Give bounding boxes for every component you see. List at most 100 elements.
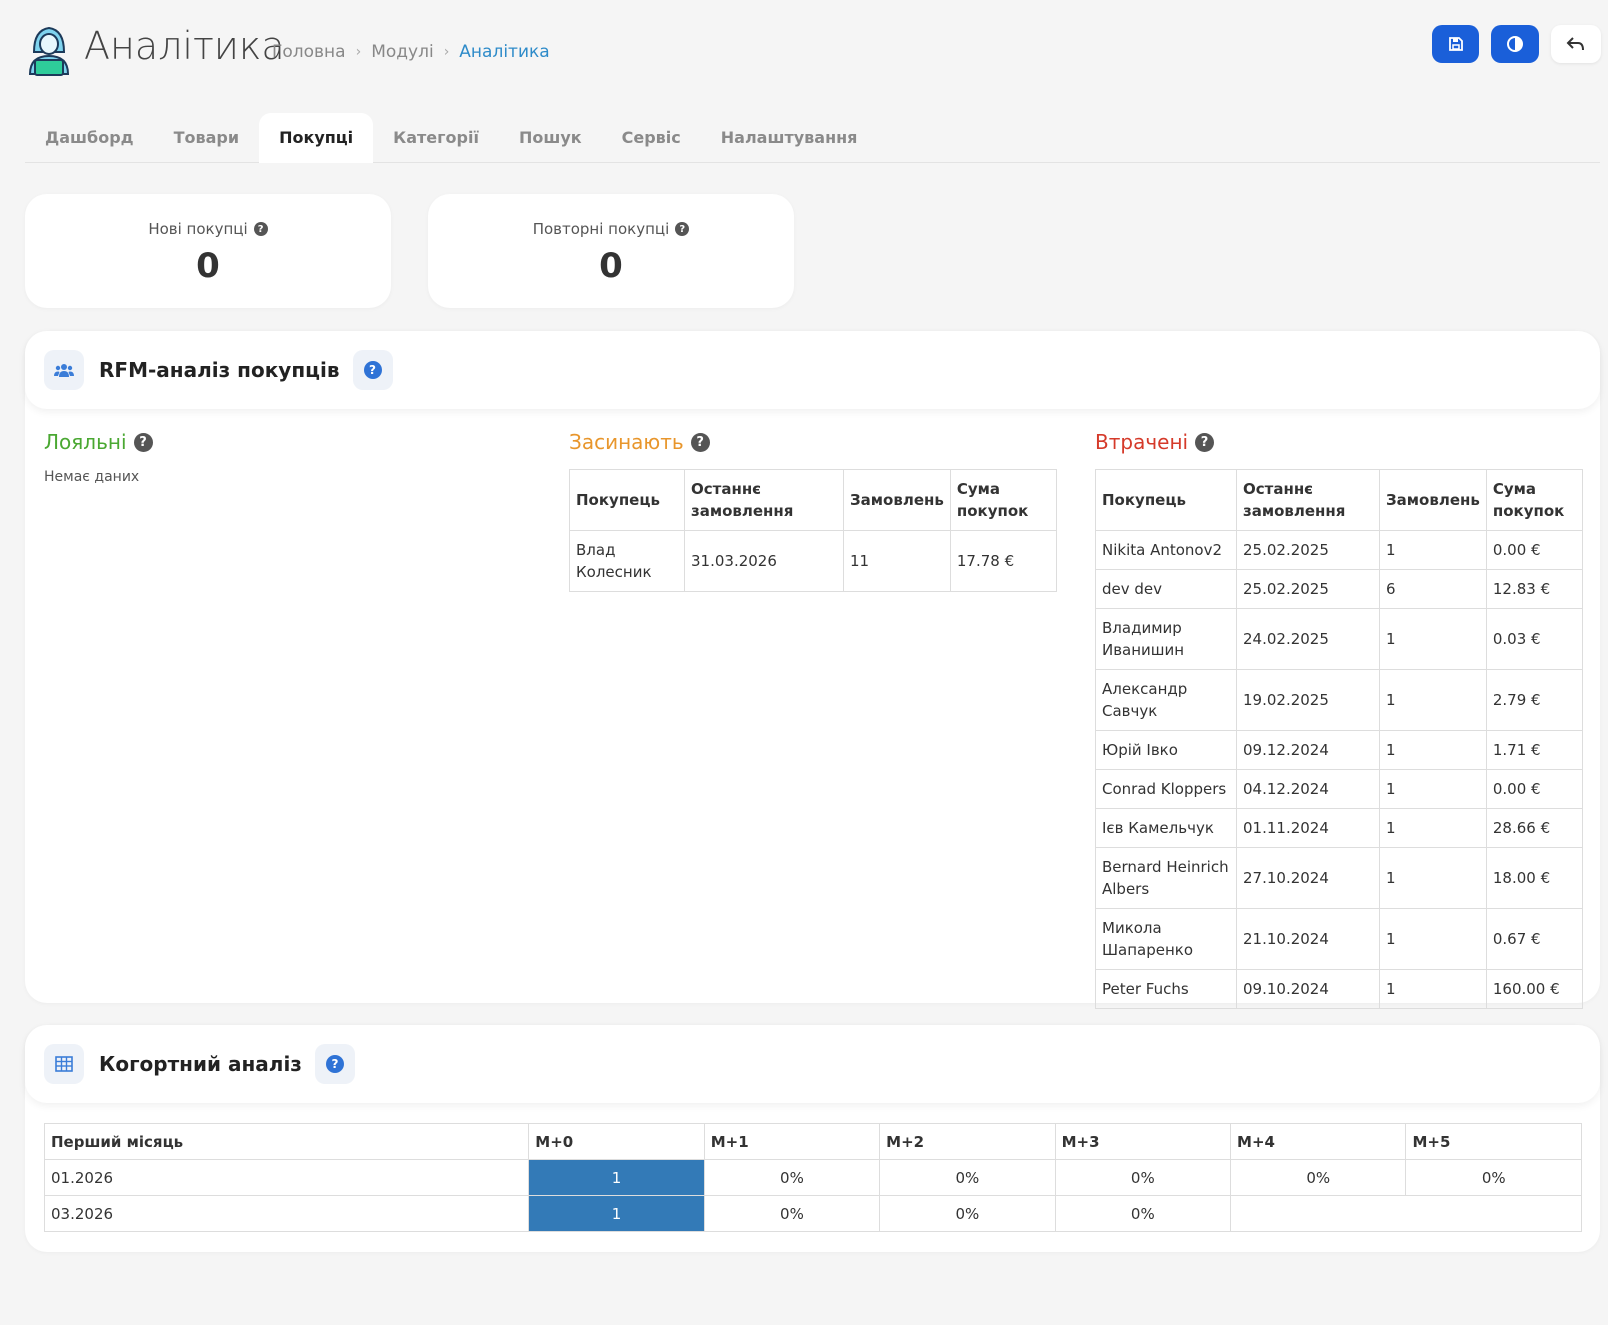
save-button[interactable] bbox=[1432, 25, 1479, 63]
rfm-help-button[interactable]: ? bbox=[352, 350, 393, 390]
users-icon bbox=[44, 350, 84, 390]
last-order-date: 25.02.2025 bbox=[1236, 569, 1380, 609]
cohort-panel: Когортний аналіз ? Перший місяць M+0 M+1 M+… bbox=[25, 1025, 1600, 1252]
customer-name: dev dev bbox=[1095, 569, 1237, 609]
order-count: 1 bbox=[1379, 530, 1487, 570]
undo-icon bbox=[1566, 37, 1584, 51]
last-order-date: 09.10.2024 bbox=[1236, 969, 1380, 1009]
cohort-cell: 0% bbox=[879, 1159, 1056, 1196]
tab-categories[interactable]: Категорії bbox=[373, 113, 499, 163]
last-order-date: 01.11.2024 bbox=[1236, 808, 1380, 848]
cohort-cell: 0% bbox=[1230, 1159, 1407, 1196]
sleeping-segment: Засинають? Покупець Останнє замовлення З… bbox=[569, 427, 1058, 592]
order-count: 11 bbox=[843, 530, 951, 592]
customer-name: Микола Шапаренко bbox=[1095, 908, 1237, 970]
help-icon[interactable]: ? bbox=[675, 222, 690, 236]
table-row: dev dev 25.02.2025 6 12.83 € bbox=[1095, 569, 1584, 609]
column-header: Останнє замовлення bbox=[1236, 469, 1380, 531]
rfm-panel-header: RFM-аналіз покупців ? bbox=[25, 331, 1600, 409]
purchase-total: 0.67 € bbox=[1485, 908, 1584, 970]
customer-name: Александр Савчук bbox=[1095, 669, 1237, 731]
order-count: 1 bbox=[1379, 847, 1487, 909]
breadcrumb: Головна › Модулі › Аналітика bbox=[272, 42, 550, 62]
new-customers-card: Нові покупці? 0 bbox=[25, 194, 391, 308]
purchase-total: 28.66 € bbox=[1485, 808, 1584, 848]
column-header: Сума покупок bbox=[1485, 469, 1584, 531]
customer-name: Conrad Kloppers bbox=[1095, 769, 1237, 809]
purchase-total: 0.03 € bbox=[1485, 608, 1584, 670]
stat-value: 0 bbox=[599, 246, 623, 286]
table-row: Александр Савчук 19.02.2025 1 2.79 € bbox=[1095, 669, 1584, 731]
stat-label: Повторні покупці bbox=[532, 220, 670, 238]
tab-customers[interactable]: Покупці bbox=[259, 113, 374, 163]
customer-name: Владимир Иванишин bbox=[1095, 608, 1237, 670]
column-header: M+5 bbox=[1405, 1123, 1582, 1160]
customer-name: Ієв Камельчук bbox=[1095, 808, 1237, 848]
sleeping-title: Засинають bbox=[569, 430, 684, 454]
theme-toggle-button[interactable] bbox=[1491, 25, 1539, 63]
last-order-date: 24.02.2025 bbox=[1236, 608, 1380, 670]
order-count: 1 bbox=[1379, 669, 1487, 731]
customer-name: Влад Колесник bbox=[569, 530, 685, 592]
help-icon[interactable]: ? bbox=[253, 222, 268, 236]
column-header: M+4 bbox=[1230, 1123, 1407, 1160]
table-row: Nikita Antonov2 25.02.2025 1 0.00 € bbox=[1095, 530, 1584, 570]
table-row: Ієв Камельчук 01.11.2024 1 28.66 € bbox=[1095, 808, 1584, 848]
table-row: Владимир Иванишин 24.02.2025 1 0.03 € bbox=[1095, 608, 1584, 670]
order-count: 6 bbox=[1379, 569, 1487, 609]
lost-segment: Втрачені? Покупець Останнє замовлення За… bbox=[1095, 427, 1584, 1009]
help-icon[interactable]: ? bbox=[690, 432, 710, 452]
rfm-panel: RFM-аналіз покупців ? Лояльні? Немає дан… bbox=[25, 331, 1600, 1009]
cohort-cell: 0% bbox=[703, 1159, 881, 1196]
help-icon: ? bbox=[363, 361, 382, 379]
lost-title: Втрачені bbox=[1095, 430, 1189, 454]
tab-settings[interactable]: Налаштування bbox=[701, 113, 878, 163]
cohort-cell: 0% bbox=[703, 1195, 881, 1232]
tab-bar: Дашборд Товари Покупці Категорії Пошук С… bbox=[25, 113, 1600, 163]
rfm-title: RFM-аналіз покупців bbox=[99, 358, 340, 382]
breadcrumb-modules[interactable]: Модулі bbox=[371, 42, 433, 62]
order-count: 1 bbox=[1379, 730, 1487, 770]
column-header: Замовлень bbox=[843, 469, 951, 531]
column-header: Останнє замовлення bbox=[684, 469, 844, 531]
back-button[interactable] bbox=[1551, 25, 1601, 63]
column-header: Сума покупок bbox=[949, 469, 1058, 531]
cohort-month: 01.2026 bbox=[43, 1159, 530, 1196]
breadcrumb-analytics[interactable]: Аналітика bbox=[459, 42, 549, 62]
column-header: Покупець bbox=[569, 469, 685, 531]
cohort-cell: 0% bbox=[1054, 1159, 1232, 1196]
save-icon bbox=[1448, 37, 1463, 51]
tab-search[interactable]: Пошук bbox=[499, 113, 602, 163]
cohort-cell: 0% bbox=[1405, 1159, 1582, 1196]
hacker-logo-icon bbox=[26, 22, 72, 76]
cohort-help-button[interactable]: ? bbox=[314, 1044, 355, 1084]
empty-cell bbox=[1230, 1195, 1582, 1232]
tab-service[interactable]: Сервіс bbox=[602, 113, 701, 163]
order-count: 1 bbox=[1379, 969, 1487, 1009]
table-row: 01.2026 1 0% 0% 0% 0% 0% bbox=[43, 1159, 1582, 1196]
cohort-panel-header: Когортний аналіз ? bbox=[25, 1025, 1600, 1103]
table-row: Влад Колесник 31.03.2026 11 17.78 € bbox=[569, 530, 1058, 592]
tab-dashboard[interactable]: Дашборд bbox=[25, 113, 154, 163]
page-title: Аналітика bbox=[84, 24, 285, 68]
column-header: Перший місяць bbox=[43, 1123, 530, 1160]
purchase-total: 1.71 € bbox=[1485, 730, 1584, 770]
table-icon bbox=[44, 1044, 84, 1084]
no-data-text: Немає даних bbox=[44, 469, 140, 485]
breadcrumb-home[interactable]: Головна bbox=[272, 42, 346, 62]
order-count: 1 bbox=[1379, 808, 1487, 848]
cohort-cell: 0% bbox=[1054, 1195, 1232, 1232]
breadcrumb-separator-icon: › bbox=[443, 44, 450, 60]
order-count: 1 bbox=[1379, 908, 1487, 970]
column-header: M+1 bbox=[703, 1123, 881, 1160]
column-header: M+2 bbox=[879, 1123, 1056, 1160]
help-icon: ? bbox=[325, 1055, 344, 1073]
repeat-customers-card: Повторні покупці? 0 bbox=[428, 194, 794, 308]
last-order-date: 04.12.2024 bbox=[1236, 769, 1380, 809]
purchase-total: 0.00 € bbox=[1485, 769, 1584, 809]
help-icon[interactable]: ? bbox=[133, 432, 153, 452]
last-order-date: 09.12.2024 bbox=[1236, 730, 1380, 770]
tab-products[interactable]: Товари bbox=[154, 113, 260, 163]
last-order-date: 19.02.2025 bbox=[1236, 669, 1380, 731]
help-icon[interactable]: ? bbox=[1195, 432, 1215, 452]
